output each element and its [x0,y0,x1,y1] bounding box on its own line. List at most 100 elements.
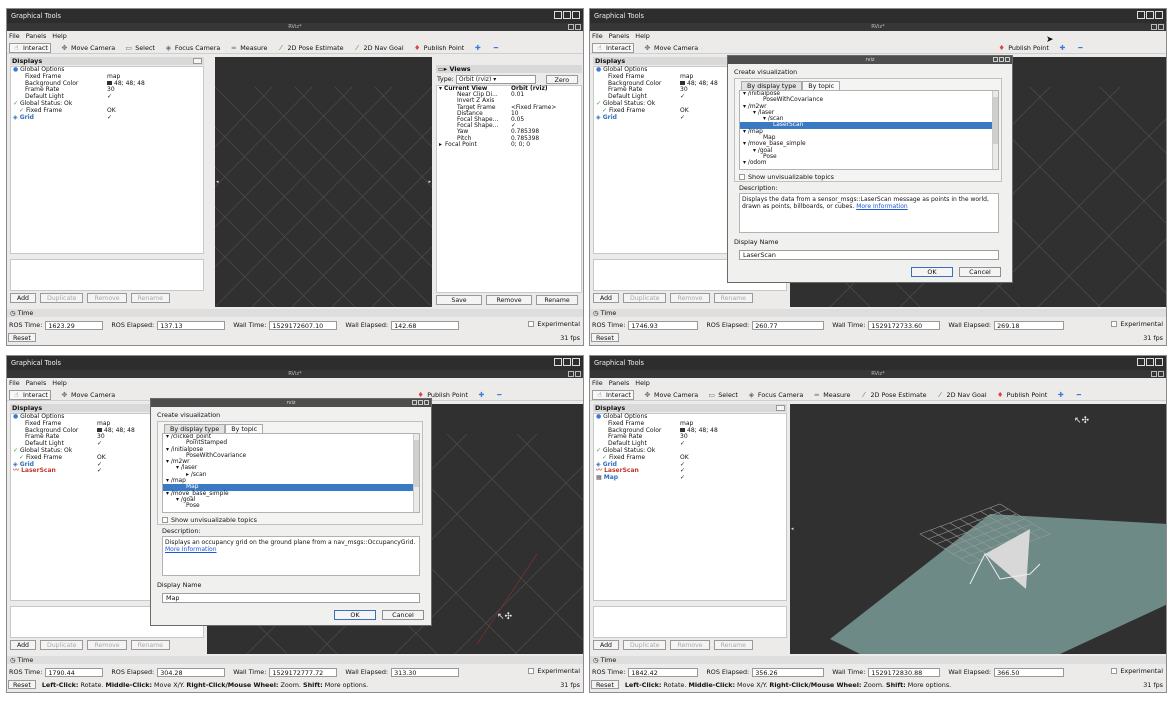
interact-tool[interactable]: ☝ Interact [592,389,634,400]
maximize-icon[interactable] [563,11,571,19]
menu-file[interactable]: File [592,379,603,387]
rename-button[interactable]: Rename [713,640,753,650]
remove-tool-button[interactable]: ━ [491,44,500,52]
close-icon[interactable] [572,11,580,19]
move-camera-tool[interactable]: ✥ Move Camera [643,391,699,399]
checkbox[interactable] [1111,321,1118,327]
minimize-icon[interactable] [554,358,562,366]
remove-view-button[interactable]: Remove [486,295,532,305]
remove-tool-button[interactable]: ━ [495,391,504,399]
minimize-icon[interactable] [1151,371,1157,377]
minimize-icon[interactable] [1151,24,1157,30]
cancel-button[interactable]: Cancel [959,267,1001,277]
menu-file[interactable]: File [9,379,20,387]
display-name-input[interactable]: Map [162,593,420,603]
nav-goal-tool[interactable]: ⁄ 2D Nav Goal [353,44,403,52]
interact-tool[interactable]: ☝ Interact [9,389,51,400]
pose-estimate-tool[interactable]: ⁄ 2D Pose Estimate [859,391,926,399]
reset-button[interactable]: Reset [591,680,619,689]
minimize-icon[interactable] [568,371,574,377]
expand-arrow-icon[interactable]: ▸ [439,142,442,148]
experimental-toggle[interactable]: Experimental [1111,667,1163,675]
minimize-icon[interactable] [568,24,574,30]
reset-button[interactable]: Reset [8,333,36,342]
view-property-value[interactable]: 0; 0; 0 [511,142,530,148]
more-information-link[interactable]: More Information [856,203,908,210]
remove-button[interactable]: Remove [87,640,127,650]
tab-by-topic[interactable]: By topic [802,81,841,90]
add-tool-button[interactable]: ✚ [473,44,482,52]
duplicate-button[interactable]: Duplicate [622,293,667,303]
close-icon[interactable] [575,24,581,30]
move-camera-tool[interactable]: ✥ Move Camera [60,44,116,52]
menu-help[interactable]: Help [635,32,650,40]
close-icon[interactable] [1155,358,1163,366]
publish-point-tool[interactable]: ♦ Publish Point [996,391,1047,399]
close-icon[interactable] [575,371,581,377]
tab-by-display-type[interactable]: By display type [164,424,226,433]
tree-row[interactable]: ✓ Fixed Frame OK [594,454,786,462]
collapse-left-icon[interactable]: ◂ [216,179,219,185]
tree-row[interactable]: ▦ Map ✓ [594,474,786,482]
maximize-icon[interactable] [1146,358,1154,366]
ok-button[interactable]: OK [334,610,376,620]
menu-help[interactable]: Help [52,32,67,40]
move-camera-tool[interactable]: ✥ Move Camera [60,391,116,399]
add-button[interactable]: Add [593,640,619,650]
zero-button[interactable]: Zero [545,74,578,84]
checkbox[interactable]: ✓ [680,114,685,122]
tree-row[interactable]: ◈ Grid ✓ [11,114,203,122]
tab-by-display-type[interactable]: By display type [741,81,803,90]
checkbox[interactable] [162,517,168,523]
measure-tool[interactable]: ═ Measure [229,44,268,52]
move-camera-tool[interactable]: ✥ Move Camera [643,44,699,52]
minimize-icon[interactable] [993,57,998,62]
tree-row[interactable]: 〰 LaserScan ✓ [594,467,786,475]
interact-tool[interactable]: ☝ Interact [9,42,51,53]
remove-button[interactable]: Remove [670,293,710,303]
focus-camera-tool[interactable]: ◈ Focus Camera [747,391,804,399]
experimental-toggle[interactable]: Experimental [528,667,580,675]
menu-panels[interactable]: Panels [26,379,47,387]
publish-point-tool[interactable]: ♦ Publish Point [997,44,1049,52]
close-icon[interactable] [1158,24,1164,30]
cancel-button[interactable]: Cancel [382,610,424,620]
maximize-icon[interactable] [418,400,423,405]
list-scrollbar[interactable] [992,91,998,169]
add-tool-button[interactable]: ✚ [1058,44,1067,52]
remove-button[interactable]: Remove [670,640,710,650]
menu-help[interactable]: Help [635,379,650,387]
panel-close-button[interactable] [193,58,202,64]
rename-button[interactable]: Rename [713,293,753,303]
list-scrollbar[interactable] [413,434,419,512]
experimental-toggle[interactable]: Experimental [528,320,580,328]
measure-tool[interactable]: ═ Measure [812,391,851,399]
topic-list-item[interactable]: Pose [163,503,419,509]
checkbox[interactable]: ✓ [680,440,685,448]
view-type-select[interactable]: Orbit (rviz) ▾ [455,74,536,84]
collapse-left-icon[interactable]: ◂ [791,526,794,532]
remove-tool-button[interactable]: ━ [1074,391,1083,399]
rename-button[interactable]: Rename [130,293,170,303]
maximize-icon[interactable] [563,358,571,366]
save-button[interactable]: Save [436,295,482,305]
add-button[interactable]: Add [10,293,36,303]
minimize-icon[interactable] [1137,358,1145,366]
checkbox[interactable]: ✓ [107,114,112,122]
topic-list-item[interactable]: ▾ /odom [740,160,998,166]
menu-panels[interactable]: Panels [609,32,630,40]
menu-panels[interactable]: Panels [609,379,630,387]
views-row[interactable]: ▸ Focal Point 0; 0; 0 [437,142,581,148]
close-icon[interactable] [1158,371,1164,377]
menu-help[interactable]: Help [52,379,67,387]
menu-file[interactable]: File [592,32,603,40]
checkbox[interactable] [528,321,535,327]
close-icon[interactable] [572,358,580,366]
ok-button[interactable]: OK [911,267,953,277]
tab-by-topic[interactable]: By topic [225,424,264,433]
collapse-right-icon[interactable]: ▸ [428,179,431,185]
menu-panels[interactable]: Panels [26,32,47,40]
focus-camera-tool[interactable]: ◈ Focus Camera [164,44,221,52]
duplicate-button[interactable]: Duplicate [622,640,667,650]
rename-view-button[interactable]: Rename [536,295,578,305]
